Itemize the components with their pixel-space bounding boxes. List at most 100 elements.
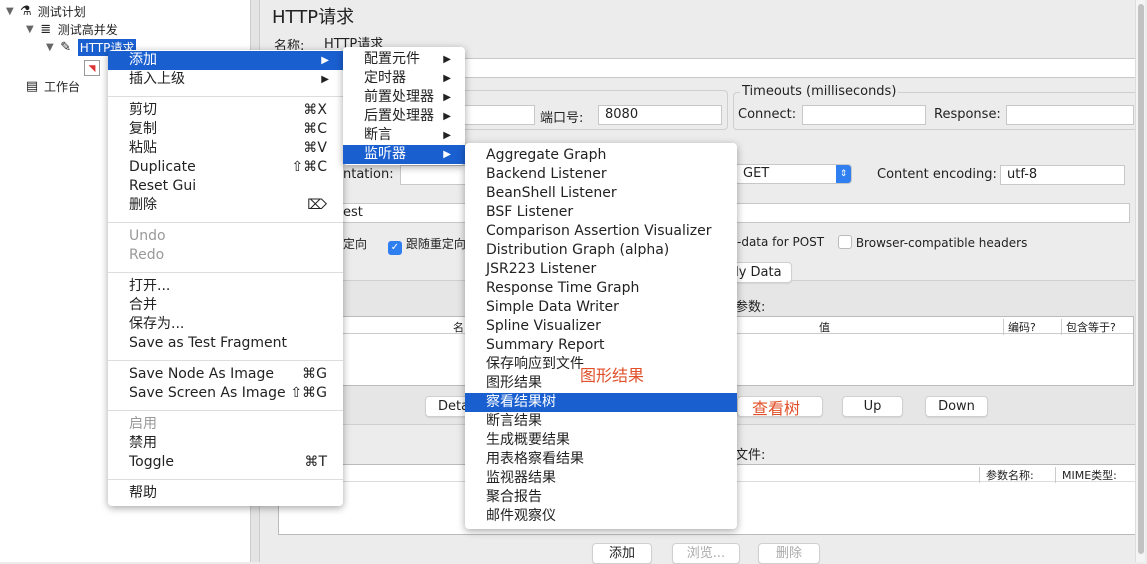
menu-item-backend-listener[interactable]: Backend Listener bbox=[465, 165, 737, 184]
down-button[interactable]: Down bbox=[925, 396, 988, 417]
menu-item-simple-data-writer[interactable]: Simple Data Writer bbox=[465, 298, 737, 317]
menu-item-save-as-test-fragment[interactable]: Save as Test Fragment bbox=[108, 334, 343, 353]
detail-button[interactable]: Deta bbox=[425, 396, 470, 417]
response-timeout-field[interactable] bbox=[1006, 105, 1134, 125]
menu-item-label: 启用 bbox=[129, 416, 157, 432]
menu-item-监视器结果[interactable]: 监视器结果 bbox=[465, 469, 737, 488]
menu-item-label: 监听器 bbox=[364, 146, 406, 162]
menu-item-distribution-graph-alpha[interactable]: Distribution Graph (alpha) bbox=[465, 241, 737, 260]
multipart-label: -data for POST bbox=[737, 235, 825, 249]
method-value: GET bbox=[743, 166, 770, 181]
menu-item-label: Redo bbox=[129, 247, 165, 263]
pipette-icon: ✎ bbox=[60, 39, 72, 55]
params-label: 参数: bbox=[735, 300, 766, 315]
menu-item-label: Summary Report bbox=[486, 337, 605, 353]
shortcut-label: ⌦ bbox=[307, 197, 327, 213]
submenu-arrow-icon: ▶ bbox=[443, 92, 451, 103]
menu-item-summary-report[interactable]: Summary Report bbox=[465, 336, 737, 355]
menu-item-邮件观察仪[interactable]: 邮件观察仪 bbox=[465, 507, 737, 526]
menu-item-打开[interactable]: 打开... bbox=[108, 277, 343, 296]
menu-item-配置元件[interactable]: 配置元件 ▶ bbox=[343, 50, 465, 69]
menu-item-label: 删除 bbox=[129, 197, 157, 213]
menu-item-label: Duplicate bbox=[129, 159, 196, 175]
menu-item-粘贴[interactable]: 粘贴 ⌘V bbox=[108, 139, 343, 158]
menu-item-剪切[interactable]: 剪切 ⌘X bbox=[108, 101, 343, 120]
menu-item-复制[interactable]: 复制 ⌘C bbox=[108, 120, 343, 139]
flask-icon: ⚗ bbox=[19, 3, 32, 19]
col-include-equals: 包含等于? bbox=[1061, 319, 1116, 335]
menu-item-保存为[interactable]: 保存为... bbox=[108, 315, 343, 334]
browse-button[interactable]: 浏览... bbox=[672, 543, 740, 564]
expand-icon[interactable]: ▼ bbox=[6, 6, 14, 17]
menu-item-帮助[interactable]: 帮助 bbox=[108, 484, 343, 503]
menu-item-生成概要结果[interactable]: 生成概要结果 bbox=[465, 431, 737, 450]
menu-item-spline-visualizer[interactable]: Spline Visualizer bbox=[465, 317, 737, 336]
menu-item-redo[interactable]: Redo bbox=[108, 246, 343, 265]
menu-item-断言结果[interactable]: 断言结果 bbox=[465, 412, 737, 431]
menu-item-label: Save as Test Fragment bbox=[129, 335, 288, 351]
connect-timeout-field[interactable] bbox=[802, 105, 926, 125]
menu-item-插入上级[interactable]: 插入上级 ▶ bbox=[108, 70, 343, 89]
thread-group-icon: ≣ bbox=[40, 21, 52, 37]
menu-item-定时器[interactable]: 定时器 ▶ bbox=[343, 69, 465, 88]
add-file-button[interactable]: 添加 bbox=[592, 543, 652, 564]
menu-item-前置处理器[interactable]: 前置处理器 ▶ bbox=[343, 88, 465, 107]
clipboard-icon: ▤ bbox=[25, 78, 39, 94]
menu-item-undo[interactable]: Undo bbox=[108, 227, 343, 246]
delete-file-button[interactable]: 删除 bbox=[758, 543, 820, 564]
follow-redirect-checkbox[interactable]: ✓ 跟随重定向 bbox=[388, 235, 466, 255]
menu-item-添加[interactable]: 添加 ▶ bbox=[108, 51, 343, 70]
menu-item-后置处理器[interactable]: 后置处理器 ▶ bbox=[343, 107, 465, 126]
tree-node-child[interactable]: ◥ bbox=[84, 60, 100, 76]
menu-item-断言[interactable]: 断言 ▶ bbox=[343, 126, 465, 145]
menu-item-label: 复制 bbox=[129, 121, 157, 137]
scrollbar-thumb[interactable] bbox=[1138, 4, 1144, 554]
menu-item-label: 断言结果 bbox=[486, 413, 542, 429]
col-encode: 编码? bbox=[1003, 319, 1036, 335]
menu-item-save-screen-as-image[interactable]: Save Screen As Image ⇧⌘G bbox=[108, 384, 343, 403]
listener-submenu: Aggregate Graph Backend Listener BeanShell… bbox=[465, 143, 737, 529]
col-mime-type: MIME类型: bbox=[1055, 467, 1117, 483]
menu-item-bsf-listener[interactable]: BSF Listener bbox=[465, 203, 737, 222]
vertical-scrollbar[interactable] bbox=[1135, 0, 1145, 562]
menu-item-合并[interactable]: 合并 bbox=[108, 296, 343, 315]
stepper-icon: ⇕ bbox=[836, 165, 851, 183]
response-label: Response: bbox=[934, 107, 1001, 122]
menu-item-用表格察看结果[interactable]: 用表格察看结果 bbox=[465, 450, 737, 469]
menu-item-label: 察看结果树 bbox=[486, 394, 556, 410]
menu-item-toggle[interactable]: Toggle ⌘T bbox=[108, 453, 343, 472]
menu-item-删除[interactable]: 删除 ⌦ bbox=[108, 196, 343, 215]
submenu-arrow-icon: ▶ bbox=[443, 111, 451, 122]
encoding-field[interactable]: utf-8 bbox=[1000, 165, 1125, 185]
menu-item-label: 配置元件 bbox=[364, 51, 420, 67]
menu-item-label: Aggregate Graph bbox=[486, 147, 607, 163]
tree-node-test-plan[interactable]: ▼ ⚗ 测试计划 bbox=[6, 3, 86, 20]
implementation-label: ntation: bbox=[343, 167, 394, 182]
menu-item-comparison-assertion-visualizer[interactable]: Comparison Assertion Visualizer bbox=[465, 222, 737, 241]
col-param-name: 参数名称: bbox=[979, 467, 1034, 483]
menu-item-reset-gui[interactable]: Reset Gui bbox=[108, 177, 343, 196]
menu-item-duplicate[interactable]: Duplicate ⇧⌘C bbox=[108, 158, 343, 177]
shortcut-label: ⌘C bbox=[303, 121, 327, 137]
up-button[interactable]: Up bbox=[842, 396, 903, 417]
menu-item-启用[interactable]: 启用 bbox=[108, 415, 343, 434]
tree-node-workbench[interactable]: ▤ 工作台 bbox=[24, 78, 80, 95]
menu-item-save-node-as-image[interactable]: Save Node As Image ⌘G bbox=[108, 365, 343, 384]
tree-node-thread-group[interactable]: ▼ ≣ 测试高并发 bbox=[26, 21, 118, 38]
menu-item-label: Comparison Assertion Visualizer bbox=[486, 223, 712, 239]
menu-item-聚合报告[interactable]: 聚合报告 bbox=[465, 488, 737, 507]
browser-headers-checkbox[interactable]: Browser-compatible headers bbox=[838, 235, 1027, 250]
menu-item-禁用[interactable]: 禁用 bbox=[108, 434, 343, 453]
expand-icon[interactable]: ▼ bbox=[26, 24, 34, 35]
menu-item-response-time-graph[interactable]: Response Time Graph bbox=[465, 279, 737, 298]
menu-item-label: 图形结果 bbox=[486, 375, 542, 391]
menu-item-beanshell-listener[interactable]: BeanShell Listener bbox=[465, 184, 737, 203]
col-value: 值 bbox=[819, 321, 830, 334]
port-field[interactable]: 8080 bbox=[598, 105, 722, 125]
menu-item-jsr223-listener[interactable]: JSR223 Listener bbox=[465, 260, 737, 279]
menu-item-aggregate-graph[interactable]: Aggregate Graph bbox=[465, 146, 737, 165]
menu-item-label: Response Time Graph bbox=[486, 280, 640, 296]
menu-item-察看结果树[interactable]: 察看结果树 bbox=[465, 393, 737, 412]
menu-item-监听器[interactable]: 监听器 ▶ bbox=[343, 145, 465, 164]
expand-icon[interactable]: ▼ bbox=[46, 42, 54, 53]
